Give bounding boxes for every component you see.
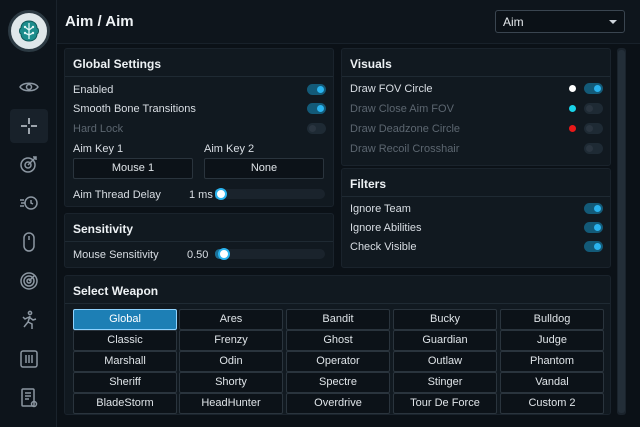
crosshair-icon (21, 118, 37, 134)
weapon-button[interactable]: HeadHunter (179, 393, 283, 414)
weapon-button[interactable]: Tour De Force (393, 393, 497, 414)
sliders-icon (20, 350, 38, 368)
nav-item-config[interactable] (10, 342, 48, 376)
chevron-down-icon (609, 20, 617, 24)
weapon-button[interactable]: Odin (179, 351, 283, 372)
mouse-icon (23, 232, 35, 252)
aim-thread-delay-value: 1 ms (189, 189, 213, 201)
select-weapon-panel: Select Weapon Global Ares Bandit Bucky Bulld… (64, 275, 611, 415)
app-logo (8, 10, 50, 52)
ignore-team-toggle[interactable] (584, 203, 603, 214)
weapon-button[interactable]: Sheriff (73, 372, 177, 393)
mouse-sensitivity-value: 0.50 (187, 249, 209, 261)
sidebar (0, 0, 57, 427)
mouse-sensitivity-label: Mouse Sensitivity (73, 249, 159, 261)
sensitivity-panel: Sensitivity Mouse Sensitivity 0.50 (64, 213, 334, 268)
brain-circuit-icon (19, 20, 39, 42)
weapon-button[interactable]: Shorty (179, 372, 283, 393)
check-visible-toggle[interactable] (584, 241, 603, 252)
nav-item-aim[interactable] (10, 109, 48, 143)
weapon-button[interactable]: Vandal (500, 372, 604, 393)
fov-circle-color-swatch[interactable] (569, 85, 576, 92)
draw-fov-circle-label: Draw FOV Circle (350, 83, 433, 95)
aim-key-1-button[interactable]: Mouse 1 (73, 158, 193, 179)
check-visible-label: Check Visible (350, 241, 417, 253)
close-aim-fov-color-swatch[interactable] (569, 105, 576, 112)
profile-select[interactable]: Aim (495, 10, 625, 33)
speed-clock-icon (20, 196, 38, 210)
slider-handle[interactable] (218, 248, 230, 260)
enabled-label: Enabled (73, 84, 114, 96)
eye-icon (19, 82, 39, 92)
weapon-button[interactable]: Operator (286, 351, 390, 372)
weapon-button[interactable]: Phantom (500, 351, 604, 372)
global-settings-title: Global Settings (73, 57, 162, 71)
mouse-sensitivity-slider[interactable] (215, 248, 325, 260)
sensitivity-title: Sensitivity (73, 222, 134, 236)
weapon-button[interactable]: Overdrive (286, 393, 390, 414)
main-scrollbar[interactable] (617, 48, 626, 415)
weapon-button[interactable]: Frenzy (179, 330, 283, 351)
draw-close-aim-fov-label: Draw Close Aim FOV (350, 103, 454, 115)
aim-thread-delay-label: Aim Thread Delay (73, 189, 161, 201)
weapon-button[interactable]: Bandit (286, 309, 390, 330)
draw-fov-circle-toggle[interactable] (584, 83, 603, 94)
ignore-abilities-toggle[interactable] (584, 222, 603, 233)
weapon-button[interactable]: Marshall (73, 351, 177, 372)
scrollbar-thumb[interactable] (618, 50, 625, 413)
visuals-title: Visuals (350, 57, 392, 71)
enabled-toggle[interactable] (307, 84, 326, 95)
nav-item-settings[interactable] (10, 381, 48, 415)
draw-close-aim-fov-toggle[interactable] (584, 103, 603, 114)
ignore-abilities-label: Ignore Abilities (350, 222, 422, 234)
weapon-button[interactable]: Custom 2 (500, 393, 604, 414)
nav-item-radar[interactable] (10, 264, 48, 298)
weapon-button[interactable]: Spectre (286, 372, 390, 393)
smooth-bone-toggle[interactable] (307, 103, 326, 114)
deadzone-circle-color-swatch[interactable] (569, 125, 576, 132)
filters-title: Filters (350, 177, 387, 191)
hard-lock-toggle[interactable] (307, 123, 326, 134)
draw-recoil-crosshair-toggle[interactable] (584, 143, 603, 154)
visuals-panel: Visuals Draw FOV Circle Draw Close Aim F… (341, 48, 611, 166)
nav-item-speed[interactable] (10, 186, 48, 220)
radar-icon (20, 272, 38, 290)
weapon-button[interactable]: Outlaw (393, 351, 497, 372)
profile-select-value: Aim (503, 15, 524, 29)
select-weapon-title: Select Weapon (73, 284, 159, 298)
draw-recoil-crosshair-label: Draw Recoil Crosshair (350, 143, 460, 155)
aim-thread-delay-slider[interactable] (215, 188, 325, 200)
draw-deadzone-circle-label: Draw Deadzone Circle (350, 123, 461, 135)
page-title: Aim / Aim (65, 13, 134, 30)
nav-item-visuals[interactable] (10, 70, 48, 104)
weapon-button[interactable]: Bulldog (500, 309, 604, 330)
hard-lock-label: Hard Lock (73, 123, 124, 135)
weapon-button[interactable]: Judge (500, 330, 604, 351)
weapon-button[interactable]: BladeStorm (73, 393, 177, 414)
target-arrow-icon (20, 156, 37, 173)
weapon-button[interactable]: Classic (73, 330, 177, 351)
weapon-button[interactable]: Global (73, 309, 177, 330)
top-bar: Aim / Aim Aim (57, 0, 640, 44)
aim-key-2-button[interactable]: None (204, 158, 324, 179)
smooth-bone-label: Smooth Bone Transitions (73, 103, 196, 115)
filters-panel: Filters Ignore Team Ignore Abilities Che… (341, 168, 611, 268)
weapon-button[interactable]: Guardian (393, 330, 497, 351)
nav-item-mouse[interactable] (10, 225, 48, 259)
aim-key-2-label: Aim Key 2 (204, 143, 255, 155)
weapon-button[interactable]: Bucky (393, 309, 497, 330)
aim-key-1-label: Aim Key 1 (73, 143, 124, 155)
nav-item-triggerbot[interactable] (10, 147, 48, 181)
global-settings-panel: Global Settings Enabled Smooth Bone Tran… (64, 48, 334, 207)
weapon-button[interactable]: Ares (179, 309, 283, 330)
running-person-icon (22, 310, 37, 329)
weapon-button[interactable]: Stinger (393, 372, 497, 393)
settings-doc-icon (21, 388, 38, 408)
weapon-button[interactable]: Ghost (286, 330, 390, 351)
nav-item-movement[interactable] (10, 303, 48, 337)
slider-handle[interactable] (215, 188, 227, 200)
ignore-team-label: Ignore Team (350, 203, 411, 215)
draw-deadzone-circle-toggle[interactable] (584, 123, 603, 134)
